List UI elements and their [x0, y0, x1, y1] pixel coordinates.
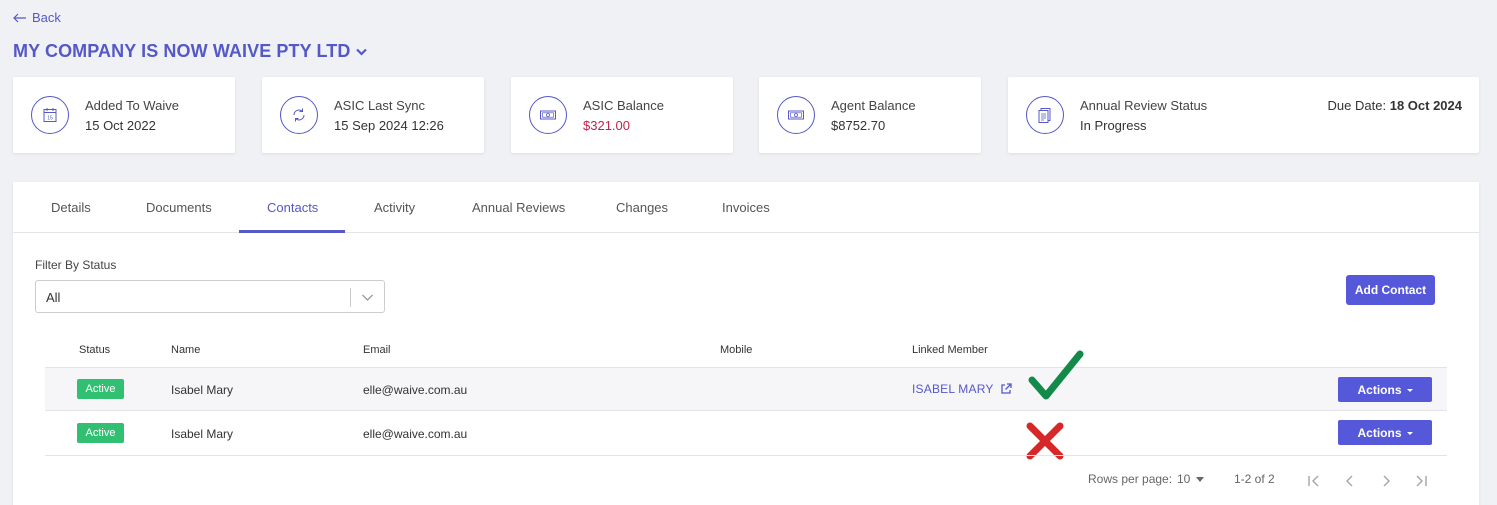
- card-value: 15 Sep 2024 12:26: [334, 118, 444, 133]
- filter-label: Filter By Status: [35, 258, 117, 272]
- caret-down-icon: [1406, 389, 1413, 392]
- card-label: Agent Balance: [831, 98, 916, 113]
- card-agent-balance: Agent Balance $8752.70: [759, 77, 981, 153]
- contact-email: elle@waive.com.au: [363, 383, 468, 397]
- status-badge: Active: [77, 423, 124, 443]
- actions-label: Actions: [1357, 382, 1402, 397]
- company-title[interactable]: MY COMPANY IS NOW WAIVE PTY LTD: [13, 41, 368, 62]
- prev-page-icon[interactable]: [1343, 474, 1357, 488]
- last-page-icon[interactable]: [1414, 474, 1428, 488]
- active-tab-indicator: [239, 230, 345, 233]
- company-name: MY COMPANY IS NOW WAIVE PTY LTD: [13, 41, 351, 61]
- first-page-icon[interactable]: [1307, 474, 1321, 488]
- check-mark-icon: [1028, 350, 1084, 400]
- external-link-icon: [1000, 383, 1012, 394]
- column-header-linked-member: Linked Member: [912, 344, 988, 356]
- tab-contacts[interactable]: Contacts: [267, 200, 318, 215]
- card-asic-balance: ASIC Balance $321.00: [511, 77, 733, 153]
- column-header-email: Email: [363, 344, 391, 356]
- card-added-to-waive: 15 Added To Waive 15 Oct 2022: [13, 77, 235, 153]
- card-asic-last-sync: ASIC Last Sync 15 Sep 2024 12:26: [262, 77, 484, 153]
- arrow-left-icon: [13, 13, 26, 22]
- sync-icon: [280, 96, 318, 134]
- money-icon: [529, 96, 567, 134]
- due-date: Due Date: 18 Oct 2024: [1328, 98, 1462, 113]
- column-header-status: Status: [79, 344, 111, 356]
- tab-invoices[interactable]: Invoices: [722, 200, 770, 215]
- svg-text:15: 15: [47, 116, 53, 122]
- next-page-icon[interactable]: [1379, 474, 1393, 488]
- chevron-down-icon: [362, 294, 373, 301]
- caret-down-icon: [1196, 476, 1205, 482]
- linked-member-label: ISABEL MARY: [912, 382, 994, 396]
- card-label: Annual Review Status: [1080, 98, 1208, 113]
- caret-down-icon: [1406, 432, 1413, 435]
- calendar-icon: 15: [31, 96, 69, 134]
- rows-per-page-value: 10: [1177, 472, 1191, 486]
- back-label: Back: [32, 10, 61, 25]
- status-badge: Active: [77, 379, 124, 399]
- row-divider: [45, 455, 1447, 456]
- rows-per-page-label: Rows per page:: [1088, 472, 1173, 486]
- card-value: $321.00: [583, 118, 630, 133]
- tab-bar: Details Documents Contacts Activity Annu…: [13, 182, 1479, 233]
- tab-documents[interactable]: Documents: [146, 200, 212, 215]
- tab-changes[interactable]: Changes: [616, 200, 668, 215]
- actions-button[interactable]: Actions: [1338, 377, 1432, 402]
- money-icon: [777, 96, 815, 134]
- card-annual-review-status: Annual Review Status In Progress Due Dat…: [1008, 77, 1479, 153]
- card-label: ASIC Balance: [583, 98, 664, 113]
- back-link[interactable]: Back: [13, 10, 61, 25]
- due-date-value: 18 Oct 2024: [1389, 98, 1462, 113]
- card-label: ASIC Last Sync: [334, 98, 426, 113]
- tab-annual-reviews[interactable]: Annual Reviews: [472, 200, 565, 215]
- actions-button[interactable]: Actions: [1338, 420, 1432, 445]
- document-icon: [1026, 96, 1064, 134]
- due-date-label: Due Date:: [1327, 98, 1387, 113]
- card-value: 15 Oct 2022: [85, 118, 156, 133]
- add-contact-button[interactable]: Add Contact: [1346, 275, 1435, 305]
- card-value: In Progress: [1080, 118, 1147, 133]
- table-row: [45, 368, 1447, 410]
- contacts-panel: Details Documents Contacts Activity Annu…: [13, 182, 1479, 505]
- column-header-name: Name: [171, 344, 201, 356]
- actions-label: Actions: [1357, 425, 1402, 440]
- row-divider: [45, 410, 1447, 411]
- chevron-down-icon: [356, 48, 368, 56]
- column-header-mobile: Mobile: [720, 344, 753, 356]
- tab-activity[interactable]: Activity: [374, 200, 415, 215]
- status-filter-value: All: [46, 290, 61, 305]
- card-value: $8752.70: [831, 118, 886, 133]
- status-filter-select[interactable]: All: [35, 280, 385, 313]
- contact-name: Isabel Mary: [171, 383, 234, 397]
- card-label: Added To Waive: [85, 98, 179, 113]
- rows-per-page-select[interactable]: 10: [1177, 472, 1205, 486]
- tab-details[interactable]: Details: [51, 200, 91, 215]
- linked-member-link[interactable]: ISABEL MARY: [912, 382, 1012, 396]
- contact-name: Isabel Mary: [171, 427, 234, 441]
- select-divider: [350, 288, 351, 307]
- pagination-range: 1-2 of 2: [1234, 472, 1275, 486]
- contact-email: elle@waive.com.au: [363, 427, 468, 441]
